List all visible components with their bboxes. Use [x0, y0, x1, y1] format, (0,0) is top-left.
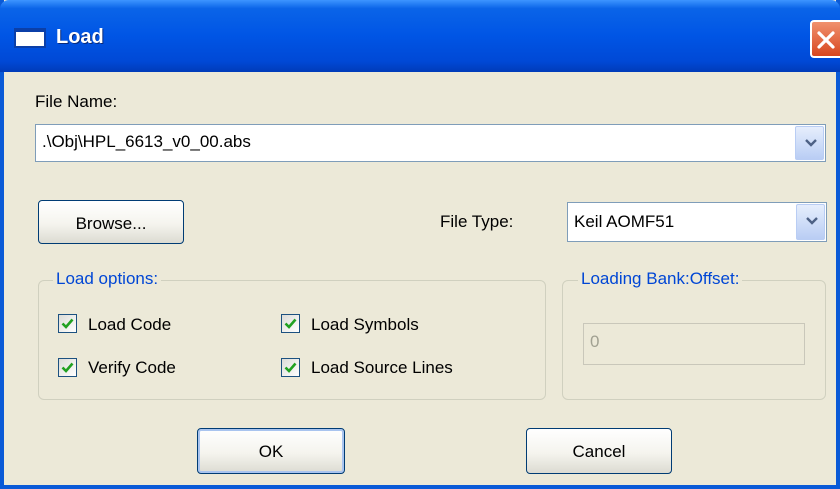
- ok-button[interactable]: OK: [197, 428, 345, 474]
- loading-bank-offset-value: 0: [590, 332, 600, 351]
- file-name-combobox[interactable]: .\Obj\HPL_6613_v0_00.abs: [35, 124, 826, 162]
- loading-bank-offset-input[interactable]: 0: [583, 323, 805, 365]
- title-bar[interactable]: Load: [0, 0, 840, 72]
- window-title: Load: [56, 26, 104, 48]
- ok-button-label: OK: [258, 442, 284, 461]
- verify-code-checkbox[interactable]: [58, 358, 77, 377]
- file-name-label: File Name:: [35, 92, 118, 111]
- chevron-down-icon: [805, 139, 817, 147]
- load-dialog: Load File Name: .\Obj\HPL_6613_v0_00.abs…: [0, 0, 840, 489]
- file-name-dropdown-button[interactable]: [795, 126, 824, 160]
- load-symbols-label[interactable]: Load Symbols: [311, 315, 419, 335]
- load-options-group: [38, 280, 546, 400]
- load-source-lines-label[interactable]: Load Source Lines: [311, 358, 453, 378]
- load-symbols-checkbox[interactable]: [281, 314, 300, 333]
- file-name-value: .\Obj\HPL_6613_v0_00.abs: [42, 132, 251, 151]
- checkmark-icon: [284, 362, 297, 373]
- file-type-label: File Type:: [440, 212, 514, 231]
- chevron-down-icon: [806, 217, 818, 225]
- browse-button-label: Browse...: [75, 214, 147, 233]
- checkmark-icon: [61, 362, 74, 373]
- load-options-title: Load options:: [53, 269, 162, 289]
- browse-button[interactable]: Browse...: [38, 200, 184, 244]
- file-type-dropdown-button[interactable]: [796, 204, 825, 240]
- checkmark-icon: [284, 318, 297, 329]
- window-icon: [14, 28, 46, 48]
- verify-code-label[interactable]: Verify Code: [88, 358, 176, 378]
- cancel-button-label: Cancel: [572, 442, 626, 461]
- checkmark-icon: [61, 318, 74, 329]
- close-button[interactable]: [810, 20, 840, 58]
- load-code-checkbox[interactable]: [58, 314, 77, 333]
- file-type-value: Keil AOMF51: [574, 212, 675, 231]
- loading-bank-offset-title: Loading Bank:Offset:: [578, 269, 743, 289]
- load-code-label[interactable]: Load Code: [88, 315, 171, 335]
- close-icon: [817, 31, 835, 49]
- load-source-lines-checkbox[interactable]: [281, 358, 300, 377]
- cancel-button[interactable]: Cancel: [526, 428, 672, 474]
- file-type-select[interactable]: Keil AOMF51: [567, 202, 827, 242]
